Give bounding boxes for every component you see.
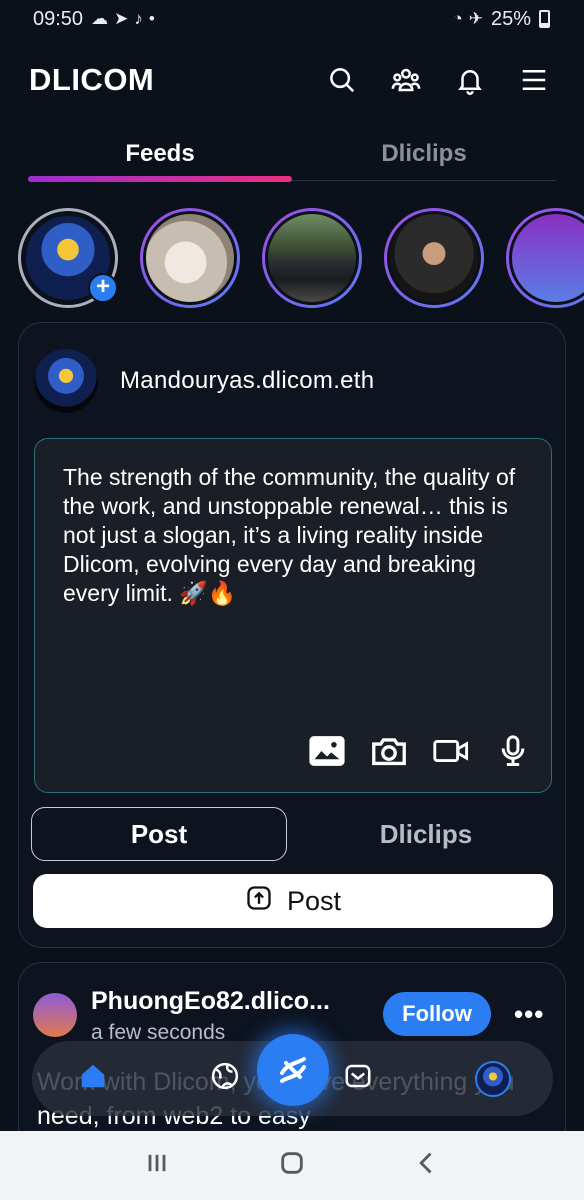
search-icon[interactable] [324, 62, 360, 98]
header-actions [324, 62, 552, 98]
media-attach-icons [309, 735, 531, 772]
telegram-icon: ➤ [114, 9, 129, 28]
tab-feeds[interactable]: Feeds [28, 135, 292, 182]
tab-dliclips-label: Dliclips [381, 140, 467, 167]
toggle-post[interactable]: Post [31, 807, 287, 861]
avatar[interactable] [33, 993, 77, 1037]
back-icon[interactable] [413, 1149, 441, 1182]
explore-icon[interactable] [210, 1061, 240, 1096]
profile-avatar[interactable] [474, 1060, 511, 1097]
bottom-nav [32, 1034, 553, 1116]
home-icon[interactable] [78, 1061, 108, 1096]
battery-level: 25% [490, 7, 531, 30]
post-button[interactable]: Post [33, 874, 553, 928]
battery-icon [539, 10, 550, 28]
home-button-icon[interactable] [278, 1149, 306, 1182]
story-item[interactable] [384, 208, 484, 308]
own-story[interactable]: + [18, 208, 118, 308]
camera-icon[interactable] [371, 735, 407, 772]
active-tab-indicator [28, 176, 292, 182]
app-header: DLICOM [0, 50, 584, 110]
toggle-dliclips[interactable]: Dliclips [299, 807, 553, 861]
status-time: 09:50 [33, 7, 84, 30]
tiktok-icon: ♪ [134, 9, 143, 28]
avatar[interactable] [34, 349, 98, 413]
tab-feeds-label: Feeds [125, 140, 195, 167]
post-type-toggle: Post Dliclips [31, 807, 553, 861]
more-options-icon[interactable]: ••• [514, 999, 544, 1030]
story-image [387, 211, 481, 305]
dot-icon: • [148, 9, 155, 28]
tab-dliclips[interactable]: Dliclips [292, 135, 556, 180]
story-item[interactable] [506, 208, 584, 308]
post-button-label: Post [286, 885, 342, 916]
composer-username: Mandouryas.dlicom.eth [120, 367, 375, 394]
cloud-icon: ☁ [91, 9, 109, 28]
wifi-icon: ◔ [452, 9, 463, 28]
bell-icon[interactable] [452, 62, 488, 98]
system-nav-bar [0, 1131, 584, 1200]
system-icons: ◔ ✈ [452, 9, 483, 29]
composer-user: Mandouryas.dlicom.eth [34, 349, 374, 413]
recent-apps-icon[interactable] [143, 1149, 171, 1182]
status-left: 09:50 ☁ ➤ ♪ • [33, 8, 155, 31]
post-text: The strength of the community, the quali… [63, 464, 516, 606]
dlicom-icon[interactable] [257, 1034, 329, 1106]
video-icon[interactable] [433, 735, 469, 772]
stories-row: + [18, 208, 584, 308]
share-post-icon [245, 884, 273, 919]
story-image [143, 211, 237, 305]
notification-icons: ☁ ➤ ♪ • [91, 9, 155, 29]
story-image [265, 211, 359, 305]
story-item[interactable] [262, 208, 362, 308]
status-bar: 09:50 ☁ ➤ ♪ • ◔ ✈ 25% [0, 0, 584, 38]
post-composer: Mandouryas.dlicom.eth The strength of th… [18, 322, 566, 948]
feed-tabs: Feeds Dliclips [28, 135, 556, 182]
post-author[interactable]: PhuongEo82.dlico... [91, 987, 330, 1016]
app-logo: DLICOM [29, 62, 155, 97]
messages-icon[interactable] [343, 1061, 373, 1096]
community-icon[interactable] [388, 62, 424, 98]
post-text-input[interactable]: The strength of the community, the quali… [34, 438, 552, 793]
follow-button[interactable]: Follow [383, 992, 491, 1036]
image-icon[interactable] [309, 735, 345, 772]
menu-icon[interactable] [516, 62, 552, 98]
add-story-icon[interactable]: + [88, 273, 118, 303]
story-item[interactable] [140, 208, 240, 308]
airplane-icon: ✈ [468, 9, 483, 28]
status-right: ◔ ✈ 25% [452, 8, 550, 31]
mic-icon[interactable] [495, 735, 531, 772]
story-image [509, 211, 584, 305]
